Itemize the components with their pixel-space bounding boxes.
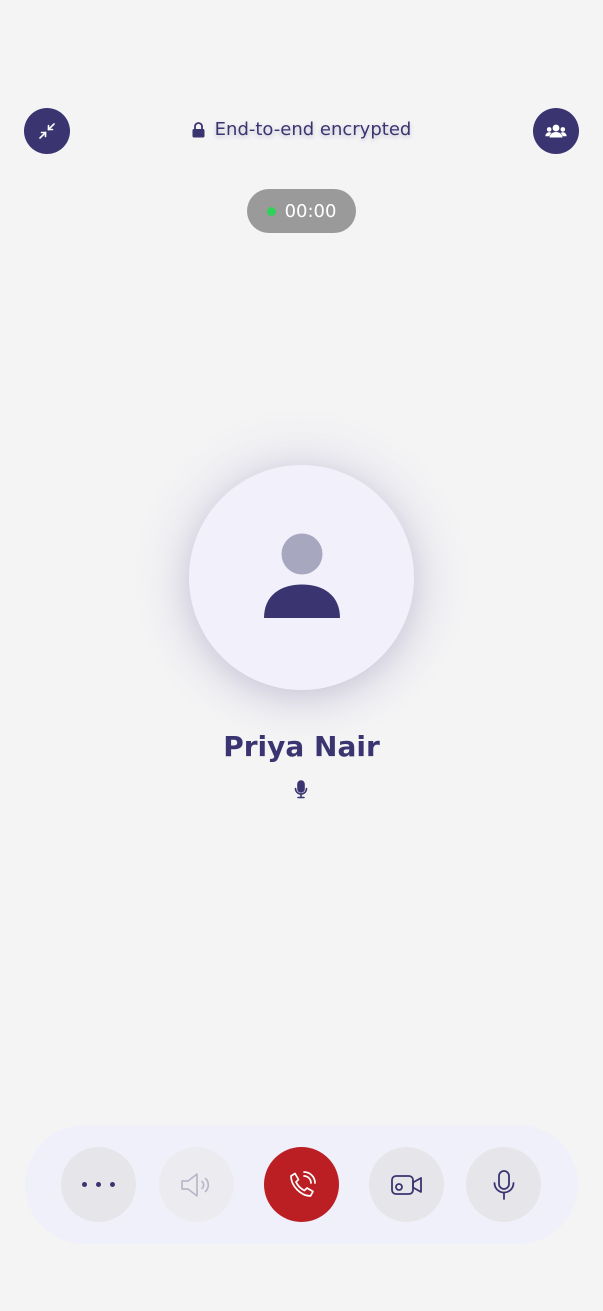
contact-name: Priya Nair <box>223 730 380 763</box>
microphone-icon <box>294 779 308 798</box>
microphone-icon <box>493 1169 514 1200</box>
encryption-label: End-to-end encrypted <box>214 119 412 140</box>
end-call-button[interactable] <box>264 1147 339 1222</box>
lock-icon <box>192 121 205 137</box>
group-icon <box>545 124 567 138</box>
encryption-indicator: End-to-end encrypted <box>0 119 603 140</box>
speaker-icon <box>180 1172 209 1197</box>
more-dots-icon <box>82 1182 115 1187</box>
person-icon <box>263 533 340 618</box>
video-camera-icon <box>390 1174 422 1195</box>
phone-hangup-icon <box>289 1170 316 1197</box>
live-dot <box>266 206 276 216</box>
more-options-button[interactable] <box>61 1147 136 1222</box>
video-button[interactable] <box>369 1147 444 1222</box>
call-timer: 00:00 <box>247 189 356 233</box>
microphone-button[interactable] <box>466 1147 541 1222</box>
participants-button[interactable] <box>533 108 579 154</box>
timer-text: 00:00 <box>284 200 337 222</box>
speaker-button[interactable] <box>159 1147 234 1222</box>
avatar <box>189 465 414 690</box>
mic-status <box>291 779 311 799</box>
